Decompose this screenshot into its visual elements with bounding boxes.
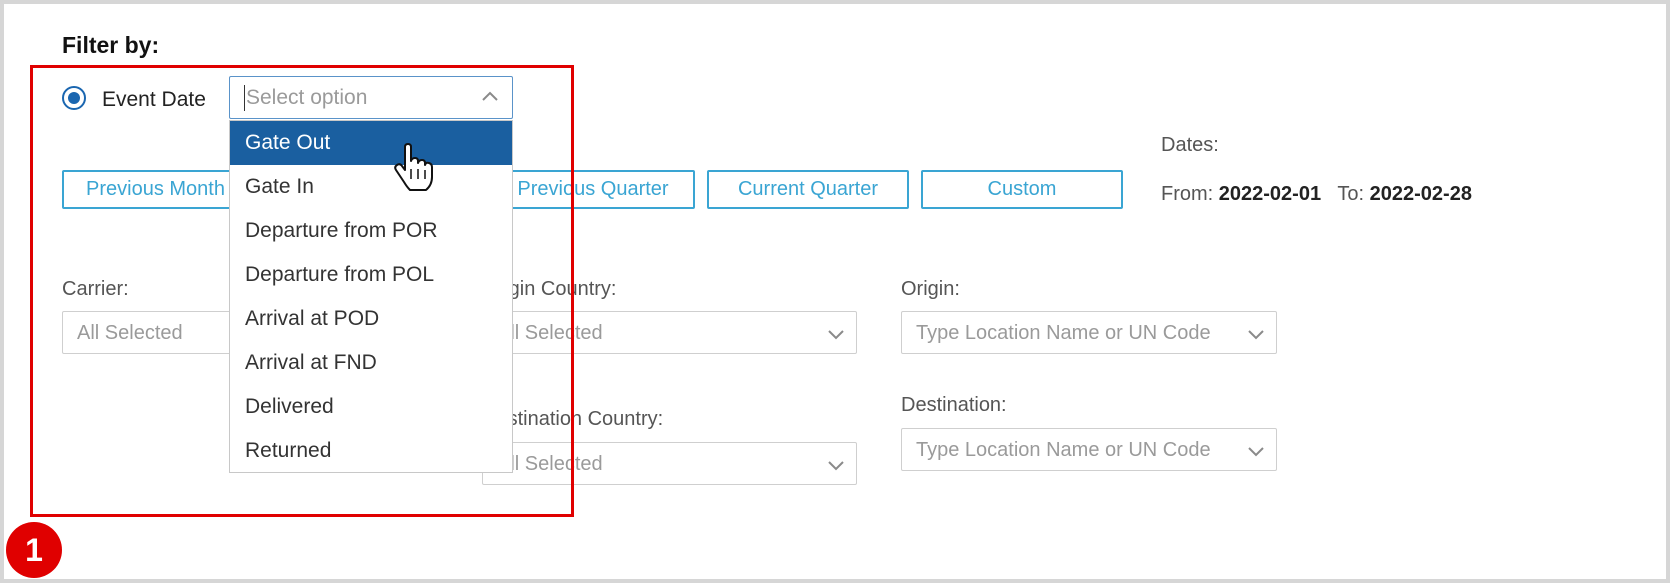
hand-cursor-icon [394,143,433,191]
from-value: 2022-02-01 [1218,183,1322,205]
chevron-down-icon [1248,447,1264,457]
to-value: 2022-02-28 [1369,183,1472,205]
dropdown-option-arrival-fnd[interactable]: Arrival at FND [230,341,512,385]
origin-country-select[interactable]: All Selected [482,311,857,354]
filter-title: Filter by: [62,32,160,58]
event-date-dropdown: Gate Out Gate In Departure from POR Depa… [229,120,513,473]
origin-label: Origin: [901,278,960,300]
event-date-select[interactable] [229,76,513,119]
dropdown-option-returned[interactable]: Returned [230,429,512,473]
previous-quarter-button[interactable]: Previous Quarter [491,170,695,209]
dates-label: Dates: [1161,134,1219,156]
dropdown-option-arrival-pod[interactable]: Arrival at POD [230,297,512,341]
dropdown-option-departure-pol[interactable]: Departure from POL [230,253,512,297]
chevron-down-icon [828,330,844,340]
dropdown-option-departure-por[interactable]: Departure from POR [230,209,512,253]
to-label: To: [1337,183,1365,205]
dates-range: From: 2022-02-01 To: 2022-02-28 [1161,183,1472,206]
origin-select[interactable]: Type Location Name or UN Code [901,311,1277,354]
origin-placeholder: Type Location Name or UN Code [916,322,1211,344]
from-label: From: [1161,183,1214,205]
carrier-label: Carrier: [62,278,129,300]
custom-button[interactable]: Custom [921,170,1123,209]
event-date-label[interactable]: Event Date [102,88,206,112]
chevron-up-icon[interactable] [480,87,500,107]
chevron-down-icon [1248,330,1264,340]
dropdown-option-gate-in[interactable]: Gate In [230,165,512,209]
destination-placeholder: Type Location Name or UN Code [916,439,1211,461]
current-quarter-button[interactable]: Current Quarter [707,170,909,209]
destination-label: Destination: [901,394,1007,416]
destination-country-select[interactable]: All Selected [482,442,857,485]
annotation-badge: 1 [6,522,62,578]
event-date-search-input[interactable] [244,85,466,111]
carrier-value: All Selected [77,322,183,344]
dropdown-option-delivered[interactable]: Delivered [230,385,512,429]
dropdown-option-gate-out[interactable]: Gate Out [230,121,512,165]
radio-selected-dot [68,92,80,104]
destination-select[interactable]: Type Location Name or UN Code [901,428,1277,471]
chevron-down-icon [828,461,844,471]
event-date-radio[interactable] [62,86,86,110]
